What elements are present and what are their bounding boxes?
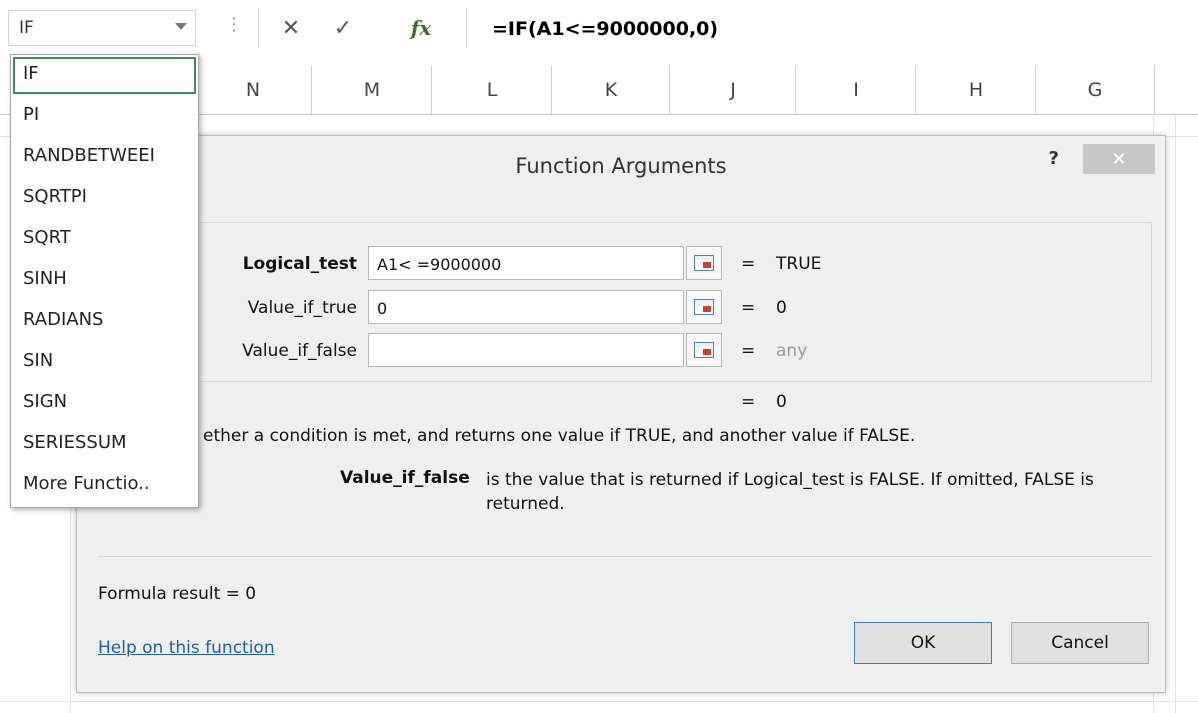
autocomplete-item[interactable]: SINH (13, 262, 196, 299)
autocomplete-item[interactable]: PI (13, 98, 196, 135)
divider (258, 8, 259, 48)
name-box[interactable]: IF (8, 10, 196, 46)
column-header-j[interactable]: J (669, 66, 796, 114)
autocomplete-item[interactable]: SIGN (13, 385, 196, 422)
close-icon: ✕ (1111, 148, 1127, 170)
arg-equals: = (741, 298, 756, 318)
function-description: ether a condition is met, and returns on… (203, 426, 916, 446)
autocomplete-item[interactable]: SQRTPI (13, 180, 196, 217)
autocomplete-item[interactable]: SQRT (13, 221, 196, 258)
collapse-dialog-button[interactable] (686, 290, 722, 324)
function-result-value: 0 (776, 392, 787, 412)
divider (466, 8, 467, 48)
autocomplete-item[interactable]: More Functio.. (13, 467, 196, 504)
chevron-down-icon[interactable] (175, 23, 187, 30)
enter-formula-icon[interactable]: ✓ (326, 12, 360, 44)
divider (98, 556, 1152, 557)
range-select-icon (694, 255, 714, 271)
arg-result: any (776, 341, 808, 361)
fx-label: fx (410, 16, 432, 40)
function-arguments-dialog: Function Arguments ? ✕ (76, 135, 1166, 693)
cancel-formula-icon[interactable]: ✕ (274, 12, 308, 44)
argument-description-label: Value_if_false (340, 468, 470, 488)
range-select-icon (694, 342, 714, 358)
range-select-icon (694, 299, 714, 315)
autocomplete-item[interactable]: SERIESSUM (13, 426, 196, 463)
arg-equals: = (741, 341, 756, 361)
argument-description-text: is the value that is returned if Logical… (486, 470, 1094, 514)
enter-glyph: ✓ (333, 15, 353, 41)
column-header-n[interactable]: N (193, 66, 312, 114)
logical-test-input[interactable]: A1< =9000000 (368, 246, 684, 280)
col-line (1175, 114, 1176, 713)
ok-button[interactable]: OK (854, 622, 992, 664)
dialog-title: Function Arguments (515, 154, 727, 178)
cancel-glyph: ✕ (281, 15, 301, 41)
help-icon[interactable]: ? (1049, 148, 1059, 169)
insert-function-icon[interactable]: fx (404, 12, 438, 44)
formula-input[interactable]: =IF(A1<=9000000,0) (478, 10, 1198, 46)
formula-bar-grip: ⋮ (225, 14, 243, 35)
arg-equals: = (741, 254, 756, 274)
collapse-dialog-button[interactable] (686, 333, 722, 367)
function-autocomplete-list: IF PI RANDBETWEEI SQRTPI SQRT SINH RADIA… (10, 54, 199, 508)
arg-result: TRUE (776, 254, 822, 274)
close-button[interactable]: ✕ (1083, 144, 1155, 174)
collapse-dialog-button[interactable] (686, 246, 722, 280)
formula-bar: IF ⋮ ✕ ✓ fx =IF(A1<=9000000,0) (0, 0, 1198, 57)
column-header-k[interactable]: K (551, 66, 670, 114)
column-header-g[interactable]: G (1035, 66, 1155, 114)
column-header-m[interactable]: M (311, 66, 432, 114)
column-header-l[interactable]: L (431, 66, 552, 114)
value-if-false-input[interactable] (368, 333, 684, 367)
autocomplete-item[interactable]: IF (13, 57, 196, 94)
autocomplete-item[interactable]: SIN (13, 344, 196, 381)
autocomplete-item[interactable]: RANDBETWEEI (13, 139, 196, 176)
value-if-true-input[interactable]: 0 (368, 290, 684, 324)
help-on-function-link[interactable]: Help on this function (98, 638, 275, 658)
formula-result: Formula result = 0 (98, 584, 257, 604)
column-header-i[interactable]: I (795, 66, 916, 114)
row-line (0, 701, 1198, 702)
cancel-button[interactable]: Cancel (1011, 622, 1149, 664)
function-result-equals: = (741, 392, 756, 412)
autocomplete-item[interactable]: RADIANS (13, 303, 196, 340)
name-box-value: IF (19, 18, 34, 38)
arg-result: 0 (776, 298, 787, 318)
column-header-h[interactable]: H (915, 66, 1036, 114)
